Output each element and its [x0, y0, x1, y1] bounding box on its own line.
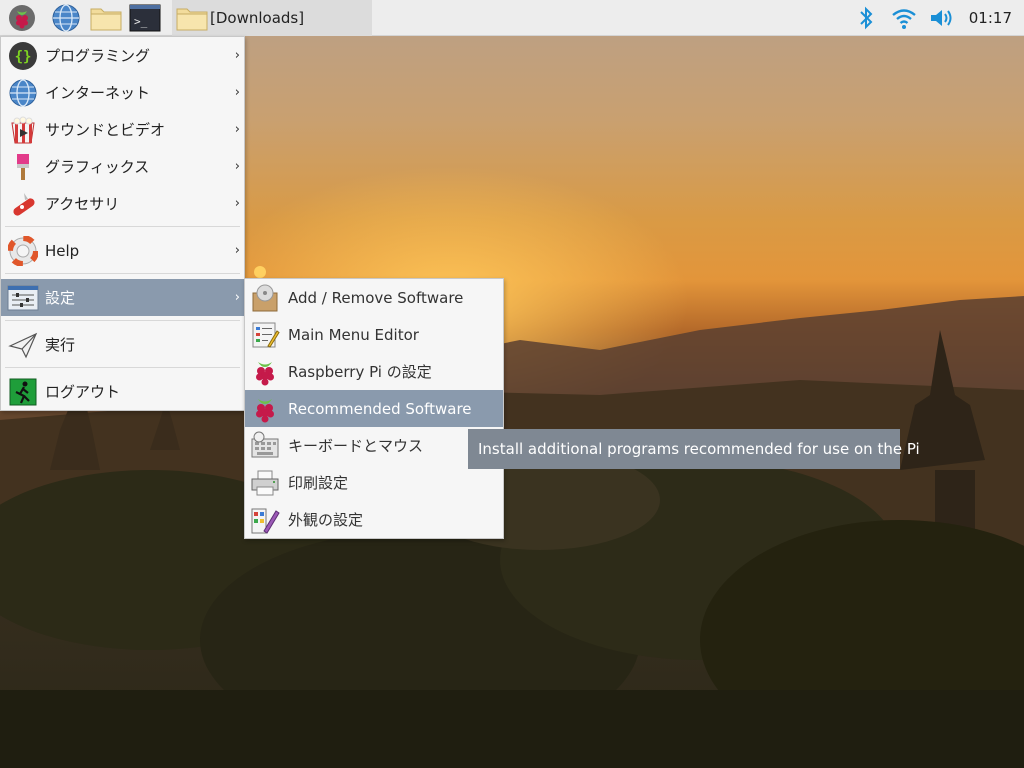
- raspberry-icon: [256, 361, 274, 385]
- globe-icon: [9, 78, 37, 107]
- menu-separator: [5, 226, 240, 227]
- folder-icon: [176, 8, 208, 31]
- submenu-item-keyboard-mouse[interactable]: キーボードとマウス: [245, 427, 503, 464]
- menu-separator: [5, 320, 240, 321]
- help-icon: [8, 235, 38, 266]
- graphics-icon: [17, 153, 29, 180]
- menu-item-label: 実行: [45, 336, 76, 354]
- submenu-item-raspberry-pi-config[interactable]: Raspberry Pi の設定: [245, 353, 503, 390]
- terminal-launcher[interactable]: >_: [129, 3, 161, 33]
- programming-icon: {}: [9, 41, 37, 70]
- run-icon: [8, 332, 38, 358]
- submenu-item-label: 印刷設定: [288, 474, 349, 492]
- wifi-icon: [892, 9, 916, 29]
- menu-item-label: 設定: [45, 289, 76, 307]
- volume-tray[interactable]: [928, 0, 958, 36]
- submenu-arrow-icon: ›: [234, 85, 240, 100]
- menu-item-label: インターネット: [45, 84, 151, 102]
- menu-separator: [5, 273, 240, 274]
- file-manager-launcher[interactable]: [89, 3, 123, 33]
- taskbar: >_ [Downloads] 01:17: [0, 0, 1024, 36]
- menu-item-help[interactable]: Help ›: [1, 232, 244, 269]
- package-icon: [252, 284, 278, 311]
- printer-icon: [251, 470, 279, 495]
- main-menu: {} プログラミング › インターネット › サウンドとビデオ › グラフィック…: [0, 36, 245, 411]
- menu-item-label: Help: [45, 241, 80, 260]
- menu-item-label: ログアウト: [45, 383, 121, 401]
- submenu-item-label: Recommended Software: [288, 399, 472, 418]
- raspberry-icon: [9, 5, 35, 31]
- taskbar-window-title: [Downloads]: [210, 9, 305, 27]
- menu-item-graphics[interactable]: グラフィックス ›: [1, 148, 244, 185]
- sound-video-icon: [11, 116, 35, 143]
- submenu-item-label: キーボードとマウス: [288, 437, 424, 455]
- appearance-icon: [251, 508, 280, 534]
- menu-item-label: プログラミング: [45, 47, 151, 65]
- volume-icon: [931, 10, 952, 26]
- folder-icon: [90, 8, 122, 31]
- submenu-item-label: Add / Remove Software: [288, 288, 464, 307]
- submenu-arrow-icon: ›: [234, 122, 240, 137]
- keyboard-mouse-icon: [251, 431, 279, 457]
- submenu-arrow-icon: ›: [234, 290, 240, 305]
- taskbar-window-downloads[interactable]: [Downloads]: [172, 0, 372, 36]
- browser-launcher[interactable]: [51, 3, 81, 33]
- menu-item-label: アクセサリ: [45, 195, 120, 213]
- globe-icon: [52, 4, 80, 32]
- submenu-item-appearance-settings[interactable]: 外観の設定: [245, 501, 503, 538]
- wifi-tray[interactable]: [890, 0, 918, 36]
- menu-item-label: グラフィックス: [45, 158, 150, 176]
- menu-item-label: サウンドとビデオ: [45, 121, 166, 139]
- submenu-item-label: Raspberry Pi の設定: [288, 363, 432, 381]
- menu-item-accessories[interactable]: アクセサリ ›: [1, 185, 244, 222]
- bluetooth-icon: [860, 6, 873, 30]
- submenu-arrow-icon: ›: [234, 196, 240, 211]
- tooltip: Install additional programs recommended …: [468, 429, 920, 469]
- menu-item-programming[interactable]: {} プログラミング ›: [1, 37, 244, 74]
- menu-item-run[interactable]: 実行: [1, 326, 244, 363]
- submenu-arrow-icon: ›: [234, 48, 240, 63]
- preferences-submenu: Add / Remove Software Main Menu Editor R…: [244, 278, 504, 539]
- submenu-item-label: 外観の設定: [288, 511, 364, 529]
- menu-separator: [5, 367, 240, 368]
- svg-text:{}: {}: [15, 49, 32, 65]
- submenu-item-recommended-software[interactable]: Recommended Software: [245, 390, 503, 427]
- menu-item-preferences[interactable]: 設定 ›: [1, 279, 244, 316]
- terminal-icon: >_: [129, 4, 161, 32]
- logout-icon: [9, 378, 37, 405]
- terminal-glyph: >_: [134, 15, 148, 28]
- submenu-arrow-icon: ›: [234, 243, 240, 258]
- submenu-arrow-icon: ›: [234, 159, 240, 174]
- bluetooth-tray[interactable]: [856, 0, 876, 36]
- main-menu-button[interactable]: [7, 3, 37, 33]
- submenu-item-label: Main Menu Editor: [288, 325, 419, 344]
- menu-item-sound-video[interactable]: サウンドとビデオ ›: [1, 111, 244, 148]
- menu-item-internet[interactable]: インターネット ›: [1, 74, 244, 111]
- accessories-icon: [13, 192, 35, 216]
- menu-item-logout[interactable]: ログアウト: [1, 373, 244, 410]
- menu-editor-icon: [252, 322, 280, 348]
- submenu-item-print-settings[interactable]: 印刷設定: [245, 464, 503, 501]
- clock[interactable]: 01:17: [969, 0, 1012, 36]
- preferences-icon: [7, 285, 39, 310]
- submenu-item-main-menu-editor[interactable]: Main Menu Editor: [245, 316, 503, 353]
- raspberry-icon: [256, 398, 274, 422]
- submenu-item-add-remove-software[interactable]: Add / Remove Software: [245, 279, 503, 316]
